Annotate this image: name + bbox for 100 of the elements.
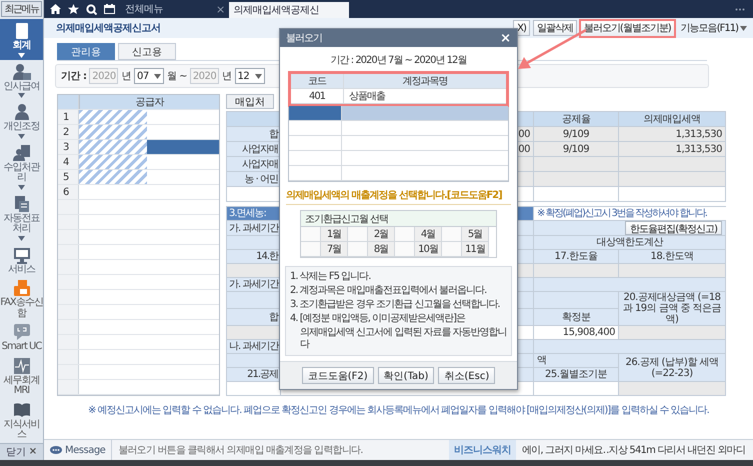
table-row[interactable]: 401 상품매출 <box>291 89 506 104</box>
month-checkbox[interactable] <box>442 227 462 242</box>
purchase-tab[interactable]: 매입처 <box>226 94 274 109</box>
table-row[interactable] <box>289 106 508 121</box>
recent-menu-button[interactable]: 최근메뉴 <box>1 1 42 17</box>
month-checkbox[interactable] <box>442 242 462 257</box>
month-checkbox[interactable] <box>348 227 368 242</box>
sidebar-item[interactable]: 개인조정 <box>0 100 43 140</box>
row-number-header <box>58 95 79 109</box>
note-text: 2. 계정과목은 매입매출전표입력에서 불러옵니다. <box>290 285 488 297</box>
expand-caret-icon <box>18 134 25 138</box>
file-stack-icon <box>12 194 30 212</box>
dialog-button[interactable]: 확인(Tab) <box>378 367 434 384</box>
sidebar-item[interactable]: 자동전표처리 <box>0 192 43 242</box>
note-text: 3. 조기환급받은 경우 조기환급 신고월을 선택합니다. <box>290 299 501 311</box>
month-label: 4월 <box>415 227 442 242</box>
table-cell: 가. 과세기간 <box>227 278 281 292</box>
news-source: 비즈니스워치 <box>449 440 516 460</box>
all-menu-link[interactable]: 전체메뉴 <box>125 2 163 16</box>
table-cell: 확정분 <box>534 309 619 326</box>
star-icon[interactable] <box>68 4 79 14</box>
note-text: 4. [예정분 매입액등, 이미공제받은세액란]은 <box>290 313 466 325</box>
view-tab[interactable]: 신고용 <box>118 43 176 60</box>
column-header: 공급자 <box>79 95 219 109</box>
table-row[interactable]: 6 <box>58 185 219 200</box>
table-row[interactable]: 1 <box>58 110 219 125</box>
expand-caret-icon <box>18 52 25 58</box>
dialog-button[interactable]: 코드도움(F2) <box>302 367 374 384</box>
row-number: 2 <box>63 126 69 138</box>
sidebar-tool[interactable]: FAX송수신함 <box>0 277 43 321</box>
sidebar-tool[interactable]: 지식서비스 <box>0 398 43 442</box>
more-icon[interactable] <box>735 8 745 10</box>
toolbar-button[interactable]: 불러오기(월별조기분) <box>578 18 676 38</box>
sidebar-tool[interactable]: Smart UC <box>0 321 43 354</box>
sidebar-tool[interactable]: 세무회계MRI <box>0 354 43 398</box>
table-cell: 1,313,530 <box>619 142 726 157</box>
panel-title: 조기환급신고월 선택 <box>301 211 496 227</box>
table-cell: 15,908,400 <box>534 326 619 340</box>
table-row[interactable]: 4 <box>58 155 219 170</box>
sidebar-item[interactable]: 수입처관리 <box>0 140 43 192</box>
table-row[interactable]: 5 <box>58 170 219 185</box>
month-label: 1월 <box>321 227 348 242</box>
function-menu-dropdown[interactable]: 기능모음(F11) <box>678 20 750 36</box>
sidebar-item[interactable]: 회계 <box>0 19 43 60</box>
table-cell: 가. 과세기간 <box>227 221 281 236</box>
search-icon[interactable] <box>86 4 97 14</box>
close-sidebar-button[interactable]: 닫기 × <box>0 442 43 460</box>
person-icon <box>12 103 30 121</box>
table-cell: 00 <box>518 144 530 154</box>
table-cell: 21.공제 <box>227 368 281 382</box>
table-cell: 사업자매 <box>227 142 281 157</box>
home-icon[interactable] <box>50 4 61 14</box>
month-range-label: 월 ~ <box>166 70 188 83</box>
limit-edit-button[interactable]: 한도율편집(확정신고) <box>625 221 722 235</box>
note-text: ※ 예정신고시에는 입력할 수 없습니다. 폐업으로 확정신고인 경우에는 회사등록메뉴에서 폐업일자를 입력해야 [매입의제정산(의제)]를 입력하실 수 있습니다. <box>88 405 710 417</box>
month-dropdown[interactable]: 07 <box>134 68 164 84</box>
instruction-text: 의제매입세액의 매출계정을 선택합니다.[코드도움F2] <box>286 190 511 205</box>
table-cell: 26.공제 (납부)할 세액(=22-23) <box>619 354 726 382</box>
table-cell: 액 <box>534 354 619 368</box>
period-text: 기간 : 2020년 7월 ~ 2020년 12월 <box>330 54 468 67</box>
sidebar-item[interactable]: 인사급여 <box>0 60 43 100</box>
column-header: 의제매입세액 <box>619 112 726 127</box>
row-number: 1 <box>63 112 69 122</box>
month-checkbox[interactable] <box>301 242 321 257</box>
toolbar-button[interactable]: 일괄삭제 <box>532 20 577 36</box>
month-checkbox[interactable] <box>301 227 321 242</box>
table-cell: 9/109 <box>534 142 619 157</box>
month-checkbox[interactable] <box>395 242 415 257</box>
month-checkbox[interactable] <box>348 242 368 257</box>
dialog-title: 불러오기 <box>286 32 322 45</box>
table-cell: 합 <box>227 309 281 326</box>
redaction-hatch <box>79 110 147 124</box>
row-number: 4 <box>63 156 69 168</box>
table-cell: 1,313,530 <box>619 127 726 142</box>
row-number: 6 <box>63 186 69 198</box>
document-tab[interactable]: 의제매입세액공제신 <box>228 2 350 18</box>
column-header: 계정과목명 <box>344 74 506 88</box>
status-message: 불러오기 버튼을 클릭해서 의제매입 매출계정을 입력합니다. <box>117 444 364 457</box>
table-cell: 나. 과세기간 <box>227 340 281 354</box>
news-headline[interactable]: 에이, 그러지 마세요‥지상 541m 다리서 내던진 외마디 <box>516 443 753 457</box>
view-tab[interactable]: 관리용 <box>57 43 115 60</box>
monitor-icon <box>12 246 30 264</box>
close-button[interactable]: × <box>500 30 511 46</box>
fax-icon <box>12 279 30 297</box>
table-cell: 17.한도율 <box>534 250 619 264</box>
dialog-button[interactable]: 취소(Esc) <box>438 367 496 384</box>
month-label: 10월 <box>415 242 442 257</box>
month-dropdown[interactable]: 12 <box>234 68 265 84</box>
table-cell: 대상액한도계산 <box>534 236 726 250</box>
chat-icon <box>50 446 62 454</box>
month-checkbox[interactable] <box>395 227 415 242</box>
table-cell: 20.공제대상금액 (=18과 19의 금액 중 적은금액) <box>619 292 726 326</box>
note-text: ※ 확정(폐업)신고시 3번을 작성하셔야 합니다. <box>534 207 726 221</box>
table-row[interactable]: 2 <box>58 125 219 140</box>
sidebar-item[interactable]: 서비스 <box>0 242 43 277</box>
tab-close-button[interactable]: × <box>216 2 225 16</box>
note-text: 1. 삭제는 F5 입니다. <box>290 271 372 283</box>
expand-caret-icon <box>18 184 25 190</box>
calendar-icon[interactable] <box>104 4 115 14</box>
redaction-hatch <box>79 170 147 184</box>
